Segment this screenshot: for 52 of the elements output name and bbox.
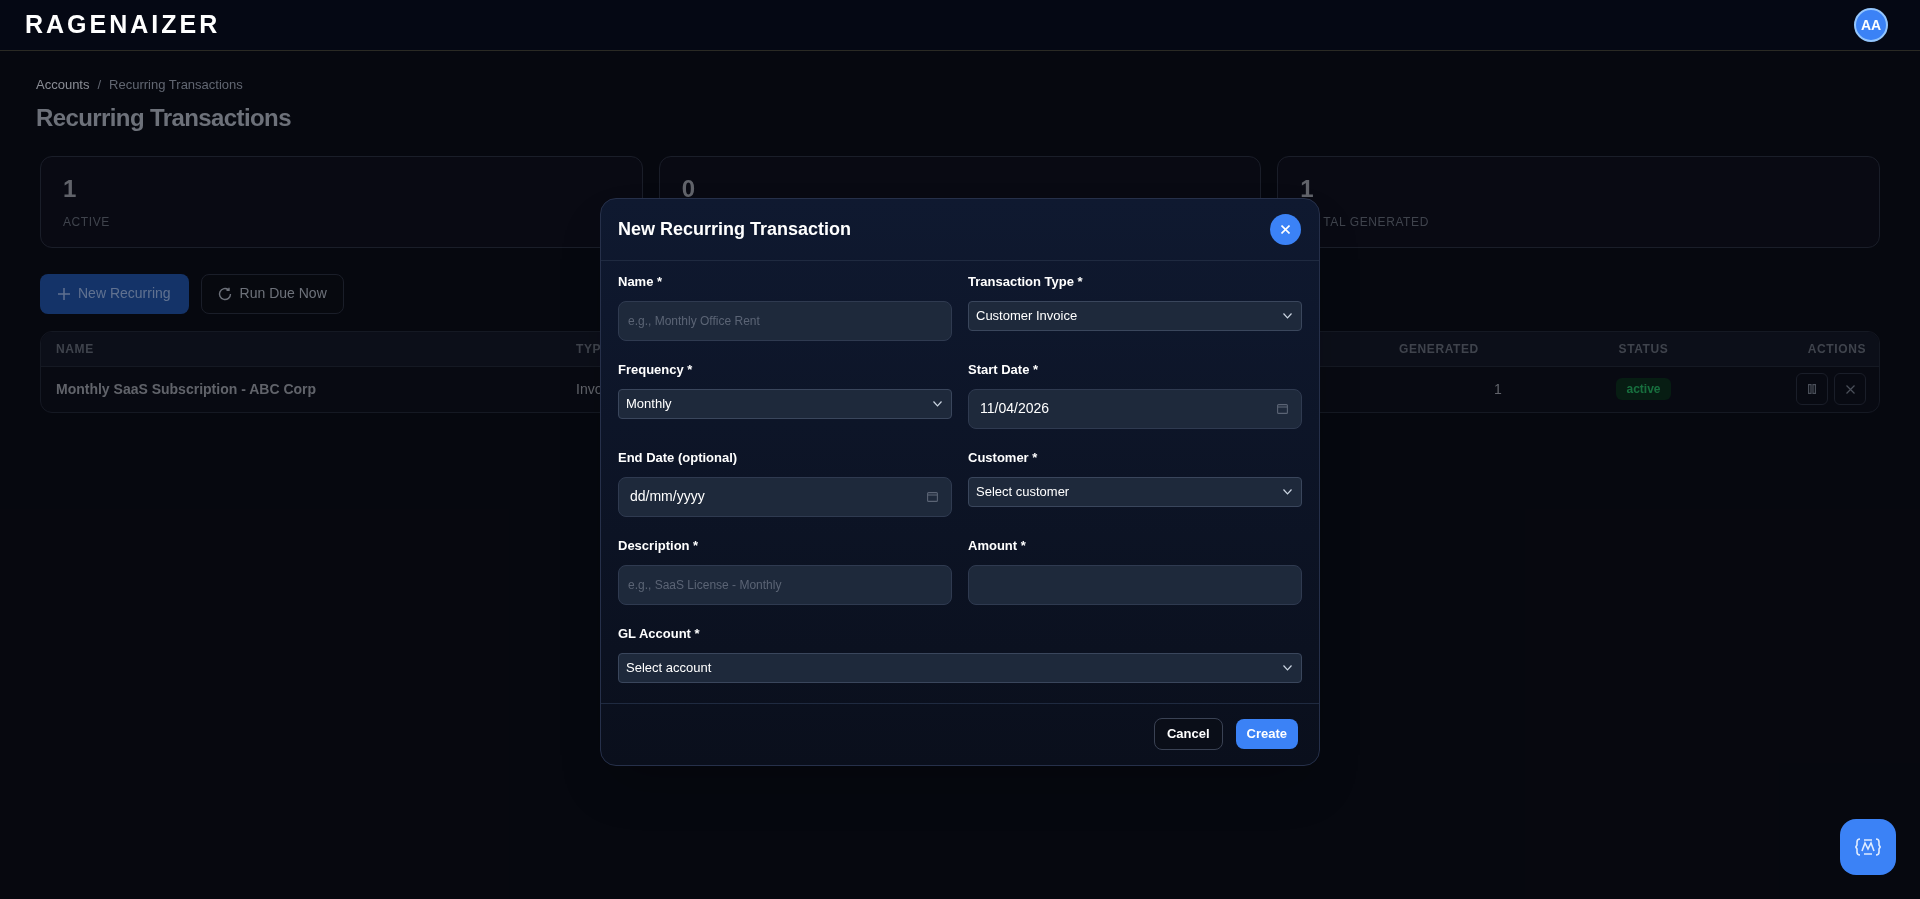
assistant-icon xyxy=(1855,837,1881,857)
chevron-down-icon xyxy=(933,400,942,407)
cancel-button[interactable] xyxy=(1834,373,1866,405)
chevron-down-icon xyxy=(1283,312,1292,319)
stat-value: 1 xyxy=(63,176,78,201)
page-title: Recurring Transactions xyxy=(36,102,292,133)
date-field[interactable]: dd/mm/yyyy xyxy=(618,476,952,517)
input-field[interactable]: e.g., Monthly Office Rent xyxy=(618,300,952,341)
calendar-icon xyxy=(927,491,938,502)
stat-value: 0 xyxy=(681,176,696,201)
select-field[interactable]: Select account xyxy=(618,652,1302,683)
close-button[interactable] xyxy=(1270,214,1301,245)
create-button[interactable]: Create xyxy=(1235,719,1298,749)
stat-label: TAL GENERATED xyxy=(1322,213,1430,231)
refresh-icon xyxy=(217,286,232,301)
field-label: Description * xyxy=(618,537,700,555)
date-field[interactable]: 11/04/2026 xyxy=(968,388,1302,429)
input-field[interactable] xyxy=(968,564,1302,605)
plus-icon xyxy=(58,287,70,300)
stat-label: ACTIVE xyxy=(63,213,111,231)
logo: RAGENAIZER xyxy=(25,9,221,41)
pause-icon xyxy=(1808,384,1816,394)
close-icon xyxy=(1845,384,1855,394)
assistant-button[interactable] xyxy=(1840,819,1896,875)
pause-button[interactable] xyxy=(1796,373,1828,405)
field-label: Transaction Type * xyxy=(968,273,1084,291)
chevron-down-icon xyxy=(1283,488,1292,495)
field-label: End Date (optional) xyxy=(618,449,739,467)
calendar-icon xyxy=(1277,403,1288,414)
table-cell-text: Monthly SaaS Subscription - ABC Corp xyxy=(56,379,318,399)
select-field[interactable]: Customer Invoice xyxy=(968,300,1302,331)
field-label: GL Account * xyxy=(618,625,701,643)
field-label: Frequency * xyxy=(618,361,694,379)
status-badge: active xyxy=(1616,378,1671,400)
input-field[interactable]: e.g., SaaS License - Monthly xyxy=(618,564,952,605)
field-label: Start Date * xyxy=(968,361,1040,379)
run-due-button[interactable]: Run Due Now xyxy=(200,273,344,314)
dialog-title: New Recurring Transaction xyxy=(618,218,852,241)
select-field[interactable]: Monthly xyxy=(618,388,952,419)
field-label: Customer * xyxy=(968,449,1039,467)
select-field[interactable]: Select customer xyxy=(968,476,1302,507)
breadcrumb-separator: / xyxy=(97,76,102,94)
table-cell-text: 1 xyxy=(1493,379,1503,399)
field-label: Amount * xyxy=(968,537,1027,555)
breadcrumb-current: Recurring Transactions xyxy=(109,76,243,94)
field-label: Name * xyxy=(618,273,664,291)
avatar[interactable]: AA xyxy=(1854,8,1888,42)
close-icon xyxy=(1281,225,1290,234)
stat-value: 1 xyxy=(1300,176,1315,201)
chevron-down-icon xyxy=(1283,664,1292,671)
cancel-button[interactable]: Cancel xyxy=(1153,718,1223,750)
breadcrumb-link[interactable]: Accounts xyxy=(36,75,90,95)
